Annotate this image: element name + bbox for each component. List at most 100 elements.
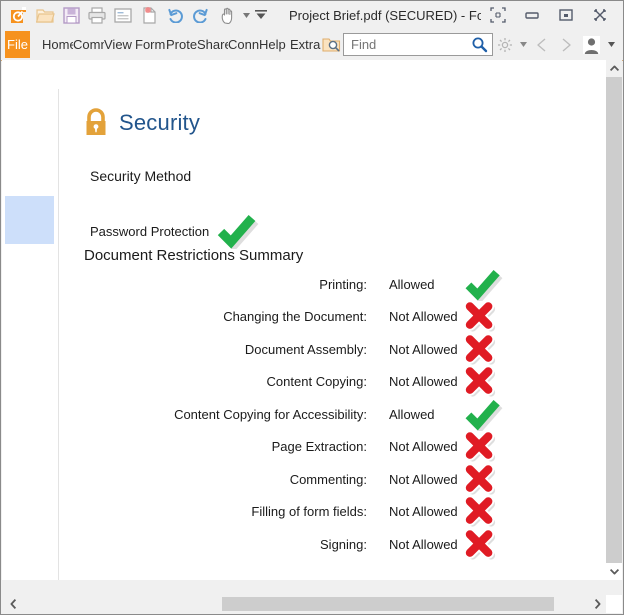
status-badge [463,300,503,333]
restore-button[interactable] [549,2,583,28]
restriction-label: Page Extraction: [271,439,367,455]
status-badge [463,528,503,561]
table-row: Printing: Allowed [84,268,504,301]
tab-file[interactable]: File [5,31,30,58]
tab-home[interactable]: Home [42,31,73,58]
gear-icon[interactable] [495,34,515,56]
check-icon [215,213,259,249]
window-title: Project Brief.pdf (SECURED) - Foxit Re..… [289,7,481,23]
tab-comment[interactable]: Comment [73,31,104,58]
pdf-page: Security Security Method Password Protec… [59,60,608,580]
restriction-label: Content Copying: [266,374,367,390]
foxit-reader-window: Project Brief.pdf (SECURED) - Foxit Re..… [0,0,624,615]
account-dropdown-icon[interactable] [605,34,617,56]
scroll-up-button[interactable] [606,60,622,77]
quick-access-toolbar [1,3,269,27]
status-badge [463,398,503,431]
cross-icon [463,463,497,496]
page-title-text: Security [119,110,201,135]
cross-icon [463,365,497,398]
close-button[interactable] [583,2,617,28]
status-badge [463,268,503,301]
hand-tool-dropdown-icon[interactable] [241,3,251,27]
cross-icon [463,333,497,366]
previous-view-button[interactable] [531,34,553,56]
tab-form[interactable]: Form [135,31,166,58]
scroll-right-button[interactable] [586,595,608,613]
status-badge [463,430,503,463]
tab-connect[interactable]: Connect [228,31,259,58]
tab-help[interactable]: Help [259,31,290,58]
table-row: Changing the Document: Not Allowed [84,300,504,334]
restriction-value: Not Allowed [389,374,458,390]
restriction-label: Document Assembly: [244,341,367,357]
status-badge [463,495,503,528]
restriction-value: Not Allowed [389,341,458,357]
table-row: Content Copying: Not Allowed [84,365,504,399]
search-folder-icon[interactable] [321,34,341,56]
document-viewport[interactable]: Security Security Method Password Protec… [2,60,608,580]
lock-icon [83,108,109,138]
ribbon-right-tools [321,33,623,56]
restriction-label: Printing: [319,276,367,292]
undo-icon[interactable] [163,3,187,27]
tab-view[interactable]: View [104,31,135,58]
app-logo-icon[interactable] [7,3,31,27]
table-row: Signing: Not Allowed [84,528,504,561]
status-badge [463,333,503,366]
restriction-value: Not Allowed [389,439,458,455]
vertical-scrollbar[interactable] [606,60,622,580]
vertical-scrollbar-thumb[interactable] [606,77,622,563]
restriction-value: Allowed [389,406,435,422]
cross-icon [463,300,497,333]
ribbon-tab-bar: File Home Comment View Form Protect Shar… [1,29,623,61]
restrictions-table: Printing: Allowed Changing the Document: [84,268,504,561]
fit-window-button[interactable] [481,2,515,28]
restriction-label: Content Copying for Accessibility: [174,406,367,422]
restriction-value: Not Allowed [389,309,458,325]
password-protection-row: Password Protection [90,213,259,249]
redo-icon[interactable] [189,3,213,27]
horizontal-scrollbar-thumb[interactable] [222,597,554,611]
restrictions-heading: Document Restrictions Summary [84,247,304,264]
find-input[interactable] [349,36,471,53]
print-icon[interactable] [85,3,109,27]
minimize-button[interactable] [515,2,549,28]
page-left-margin [2,60,58,580]
tab-extras[interactable]: Extras [290,31,321,58]
security-method-label: Security Method [90,168,192,184]
find-input-wrapper[interactable] [343,33,493,56]
window-controls [481,2,623,28]
restriction-label: Signing: [320,536,367,552]
restriction-value: Not Allowed [389,504,458,520]
table-row: Commenting: Not Allowed [84,463,504,496]
page-title: Security [83,108,200,138]
status-badge [463,365,503,398]
hand-tool-icon[interactable] [215,3,239,27]
cross-icon [463,495,497,528]
next-view-button[interactable] [555,34,577,56]
horizontal-scrollbar[interactable] [2,595,608,613]
search-icon[interactable] [471,36,488,53]
save-icon[interactable] [59,3,83,27]
scroll-down-button[interactable] [606,563,622,580]
avatar[interactable] [579,34,603,56]
page-thumbnail-selection[interactable] [5,196,54,244]
gear-dropdown-icon[interactable] [517,34,529,56]
new-blank-page-icon[interactable] [137,3,161,27]
open-icon[interactable] [33,3,57,27]
table-row: Document Assembly: Not Allowed [84,333,504,366]
email-icon[interactable] [111,3,135,27]
tab-share[interactable]: Share [197,31,228,58]
table-row: Content Copying for Accessibility: Allow… [84,398,504,431]
restriction-value: Not Allowed [389,536,458,552]
horizontal-scrollbar-track[interactable] [24,595,586,613]
tab-protect[interactable]: Protect [166,31,197,58]
password-protection-label: Password Protection [90,223,210,239]
check-icon [463,268,503,301]
customize-toolbar-icon[interactable] [253,3,269,27]
cross-icon [463,528,497,561]
scroll-left-button[interactable] [2,595,24,613]
restriction-label: Commenting: [289,471,367,487]
table-row: Page Extraction: Not Allowed [84,430,504,464]
